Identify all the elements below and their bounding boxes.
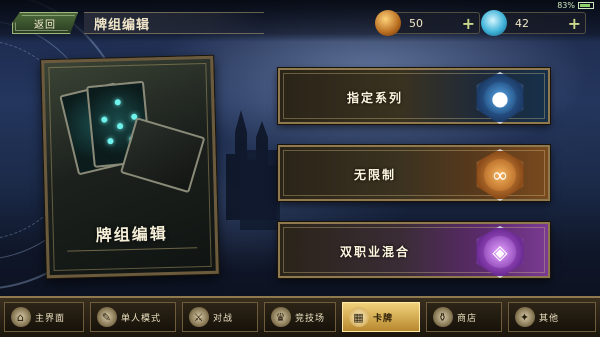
option-unlimited[interactable]: 无限制 ∞ <box>278 145 550 201</box>
option-specified-series[interactable]: 指定系列 ● <box>278 68 550 124</box>
option-dual-class[interactable]: 双职业混合 ◈ <box>278 222 550 278</box>
dual-class-emblem-icon: ◈ <box>476 226 524 278</box>
tab-battle[interactable]: ⚔ 对战 <box>182 302 258 332</box>
tab-label: 竞技场 <box>295 313 326 324</box>
crystal-counter: 42 + <box>481 10 586 36</box>
gold-counter: 50 + <box>375 10 480 36</box>
crystal-icon <box>481 10 507 36</box>
game-screen: 返回 牌组编辑 50 + 42 + 83% 牌组编辑 指定系列 ● 无限制 ∞ … <box>0 0 600 337</box>
tab-label: 主界面 <box>35 313 66 324</box>
infinity-emblem-icon: ∞ <box>476 149 524 201</box>
cards-icon: ▦ <box>349 307 369 327</box>
tab-shop[interactable]: ⚱ 商店 <box>426 302 502 332</box>
crossed-swords-icon: ⚔ <box>189 307 209 327</box>
option-label: 无限制 <box>353 168 396 182</box>
tab-label: 单人模式 <box>121 313 162 324</box>
device-status: 83% <box>557 1 594 10</box>
more-icon: ✦ <box>515 307 535 327</box>
shop-icon: ⚱ <box>433 307 453 327</box>
divider <box>67 247 198 252</box>
tab-label: 对战 <box>213 313 234 324</box>
tab-label: 商店 <box>457 313 478 324</box>
gold-coin-icon <box>375 10 401 36</box>
blue-orb-emblem-icon: ● <box>476 72 524 124</box>
tab-single-player[interactable]: ✎ 单人模式 <box>90 302 176 332</box>
arena-icon: ♛ <box>271 307 291 327</box>
tab-cards[interactable]: ▦ 卡牌 <box>342 302 420 332</box>
option-label: 双职业混合 <box>339 245 410 259</box>
deck-edit-panel[interactable]: 牌组编辑 <box>41 55 219 279</box>
castle-wall <box>240 150 280 230</box>
card-back <box>86 80 152 168</box>
add-gold-button[interactable]: + <box>462 14 475 33</box>
add-crystal-button[interactable]: + <box>568 14 581 33</box>
battery-percent: 83% <box>557 1 575 10</box>
back-button[interactable]: 返回 <box>12 12 78 34</box>
tab-other[interactable]: ✦ 其他 <box>508 302 596 332</box>
tab-home[interactable]: ⌂ 主界面 <box>4 302 84 332</box>
tab-arena[interactable]: ♛ 竞技场 <box>264 302 336 332</box>
tab-label: 卡牌 <box>373 313 394 324</box>
quill-icon: ✎ <box>97 307 117 327</box>
bottom-nav: ⌂ 主界面 ✎ 单人模式 ⚔ 对战 ♛ 竞技场 ▦ 卡牌 ⚱ 商店 ✦ 其他 <box>0 296 600 337</box>
gold-value: 50 <box>409 17 423 30</box>
page-title: 牌组编辑 <box>84 12 264 34</box>
home-icon: ⌂ <box>11 307 31 327</box>
top-bar: 返回 牌组编辑 50 + 42 + 83% <box>0 0 600 42</box>
crystal-value: 42 <box>515 17 529 30</box>
card-back <box>59 82 135 176</box>
option-label: 指定系列 <box>346 91 403 105</box>
deck-edit-label: 牌组编辑 <box>95 224 169 245</box>
tab-label: 其他 <box>539 313 560 324</box>
battery-icon <box>578 2 594 9</box>
card-stack <box>119 117 206 194</box>
